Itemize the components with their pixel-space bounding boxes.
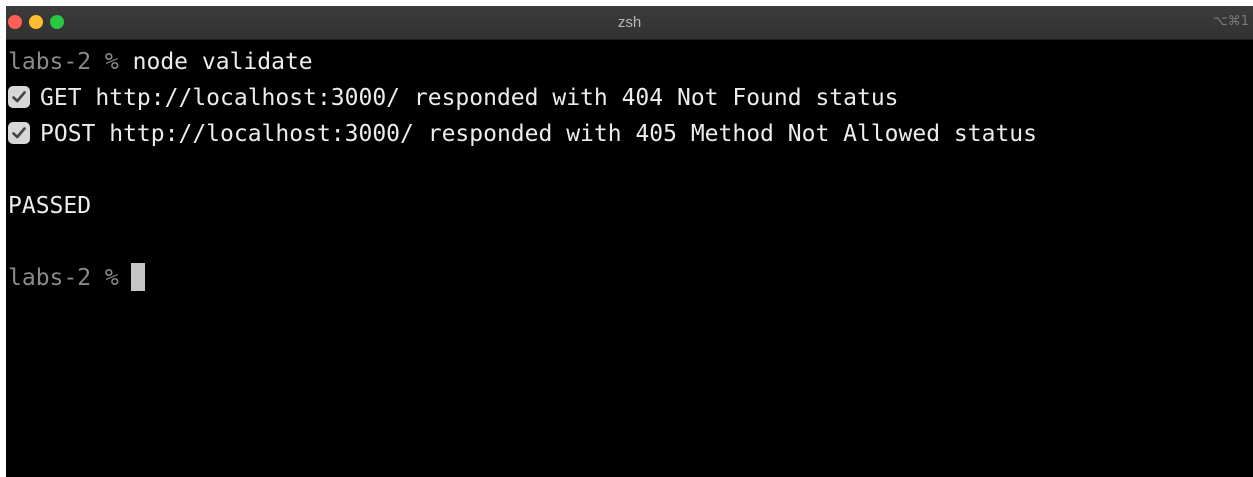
text-cursor: [130, 263, 145, 291]
status-line: PASSED: [8, 193, 92, 219]
command-line: labs-2 % node validate: [8, 44, 1248, 80]
window-shortcut: ⌥⌘1: [1212, 14, 1249, 29]
command-text: node validate: [132, 49, 313, 75]
window-title: zsh: [617, 14, 642, 31]
active-prompt-line[interactable]: labs-2 %: [8, 260, 1248, 296]
terminal-window: zsh ⌥⌘1 labs-2 % node validate GET http:…: [6, 6, 1253, 477]
shell-prompt: labs-2 %: [8, 265, 119, 291]
check-icon: [8, 122, 30, 144]
check-icon: [8, 86, 30, 108]
shell-prompt: labs-2 %: [8, 49, 119, 75]
result-text: POST http://localhost:3000/ responded wi…: [40, 121, 1037, 147]
result-text: GET http://localhost:3000/ responded wit…: [40, 85, 899, 111]
terminal-output[interactable]: labs-2 % node validate GET http://localh…: [8, 44, 1248, 296]
result-line: POST http://localhost:3000/ responded wi…: [8, 116, 1248, 152]
title-bar[interactable]: zsh ⌥⌘1: [6, 6, 1253, 40]
result-line: GET http://localhost:3000/ responded wit…: [8, 80, 1248, 116]
